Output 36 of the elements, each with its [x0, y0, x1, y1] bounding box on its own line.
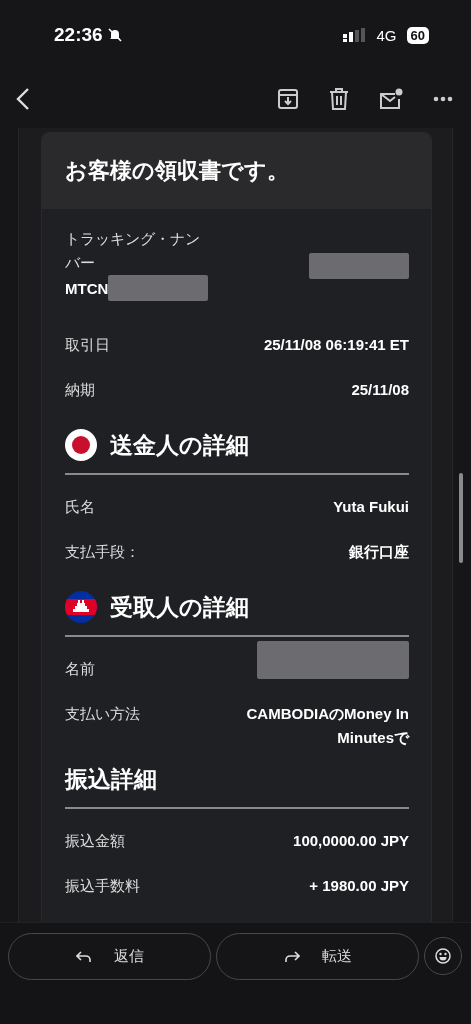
- cambodia-flag-icon: [65, 591, 97, 623]
- section-title: 振込詳細: [65, 765, 157, 794]
- bell-muted-icon: [106, 27, 123, 43]
- forward-icon: [283, 949, 300, 964]
- field-value: 100,0000.00 JPY: [293, 831, 409, 851]
- field-value: 銀行口座: [349, 542, 409, 562]
- reply-button[interactable]: 返信: [8, 933, 211, 980]
- status-time: 22:36: [54, 24, 103, 46]
- field-label: 支払手段：: [65, 542, 141, 562]
- field-label: 振込金額: [65, 831, 126, 851]
- field-value: CAMBODIAのMoney In Minutesで: [245, 704, 409, 748]
- more-icon: [433, 96, 453, 102]
- field-label: 振込手数料: [65, 876, 141, 896]
- field-label: 納期: [65, 380, 96, 400]
- section-title: 送金人の詳細: [110, 430, 249, 460]
- network-label: 4G: [376, 26, 397, 44]
- field-label: トラッキング・ナンバー: [65, 229, 201, 273]
- signal-icon: [342, 28, 367, 42]
- field-value: 25/11/08: [351, 380, 409, 400]
- receipt-title: お客様の領収書です。: [65, 157, 289, 185]
- reply-icon: [75, 949, 92, 964]
- scrollbar[interactable]: [459, 473, 463, 563]
- field-label: 名前: [65, 659, 96, 679]
- field-label: 取引日: [65, 335, 111, 355]
- section-title: 受取人の詳細: [110, 592, 249, 622]
- japan-flag-icon: [65, 429, 97, 461]
- field-value: Yuta Fukui: [333, 497, 409, 517]
- field-value: 25/11/08 06:19:41 ET: [263, 335, 409, 355]
- emoji-button[interactable]: [424, 937, 462, 975]
- battery-level: 60: [406, 26, 429, 44]
- field-value: + 1980.00 JPY: [309, 876, 409, 896]
- field-label: 支払い方法: [65, 704, 141, 724]
- mtcn-label: MTCN: [65, 279, 109, 297]
- forward-button[interactable]: 転送: [216, 933, 419, 980]
- field-label: 氏名: [65, 497, 96, 517]
- smiley-icon: [435, 948, 451, 964]
